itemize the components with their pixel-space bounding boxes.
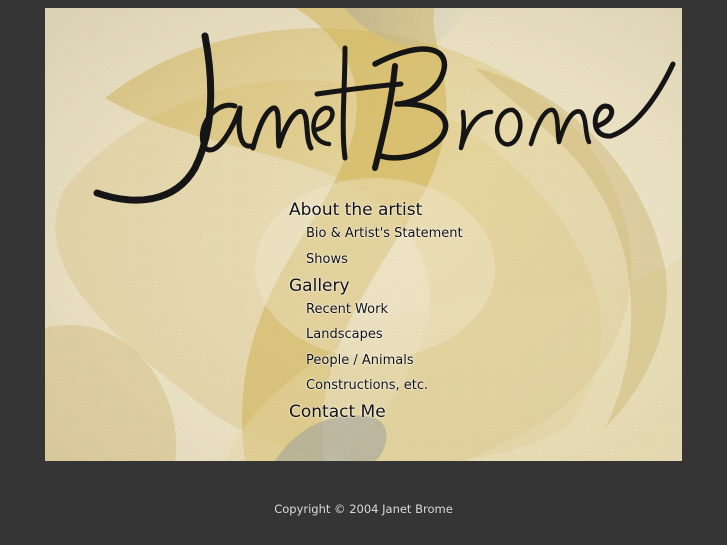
- nav-shows[interactable]: Shows: [289, 252, 549, 268]
- hero-artwork: About the artist Bio & Artist's Statemen…: [45, 8, 682, 461]
- page: About the artist Bio & Artist's Statemen…: [0, 0, 727, 545]
- nav-recent-work[interactable]: Recent Work: [289, 302, 549, 318]
- site-navigation: About the artist Bio & Artist's Statemen…: [289, 200, 549, 422]
- nav-landscapes[interactable]: Landscapes: [289, 327, 549, 343]
- nav-gallery[interactable]: Gallery: [289, 276, 549, 296]
- nav-contact-me[interactable]: Contact Me: [289, 402, 549, 422]
- nav-people-animals[interactable]: People / Animals: [289, 353, 549, 369]
- nav-about-the-artist[interactable]: About the artist: [289, 200, 549, 220]
- copyright-text: Copyright © 2004 Janet Brome: [274, 502, 453, 516]
- nav-constructions-etc[interactable]: Constructions, etc.: [289, 378, 549, 394]
- nav-bio-artist-statement[interactable]: Bio & Artist's Statement: [289, 226, 549, 242]
